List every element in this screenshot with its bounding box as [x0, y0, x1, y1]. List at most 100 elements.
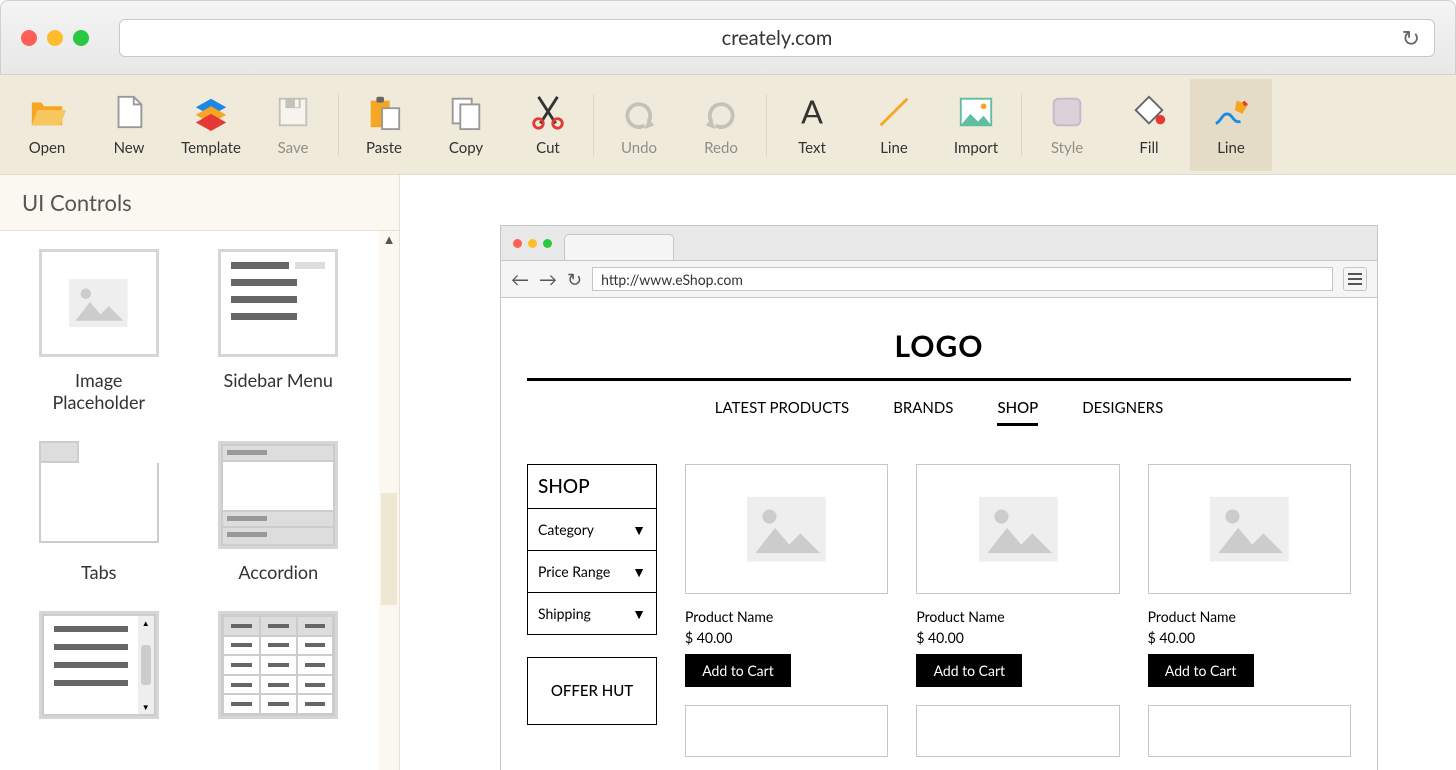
product-card[interactable]: Product Name $ 40.00 Add to Cart	[916, 464, 1119, 687]
mockup-nav-item[interactable]: SHOP	[997, 399, 1038, 426]
product-price: $ 40.00	[916, 629, 1119, 646]
product-image-placeholder	[916, 705, 1119, 757]
tool-label: New	[114, 139, 145, 157]
product-price: $ 40.00	[685, 629, 888, 646]
mockup-page: LOGO LATEST PRODUCTSBRANDSSHOPDESIGNERS …	[501, 298, 1377, 770]
style-icon	[1048, 93, 1086, 131]
svg-text:A: A	[801, 93, 823, 130]
tool-label: Redo	[704, 139, 738, 157]
tool-label: Save	[278, 139, 309, 157]
refresh-icon[interactable]: ↻	[1402, 24, 1420, 52]
tool-label: Import	[954, 139, 998, 157]
shape-list[interactable]: ▲▼	[14, 611, 184, 719]
shape-accordion[interactable]: Accordion	[194, 441, 364, 583]
tool-label: Open	[29, 139, 66, 157]
reload-icon[interactable]: ↻	[567, 268, 582, 291]
hamburger-icon[interactable]	[1343, 267, 1367, 291]
editor-canvas[interactable]: ← → ↻ http://www.eShop.com LOGO LATEST P…	[400, 175, 1456, 770]
cut-icon	[529, 93, 567, 131]
shape-label: Sidebar Menu	[224, 369, 333, 391]
mockup-navbar: LATEST PRODUCTS BRANDS SHOP DESIGNERS	[527, 381, 1351, 434]
sidebar-scrollbar[interactable]: ▲	[379, 231, 399, 770]
mockup-browser-window[interactable]: ← → ↻ http://www.eShop.com LOGO LATEST P…	[500, 225, 1378, 770]
tool-label: Cut	[536, 139, 560, 157]
filter-row[interactable]: Shipping▼	[528, 593, 656, 634]
back-icon[interactable]: ←	[511, 268, 529, 290]
product-card[interactable]	[916, 705, 1119, 757]
mockup-url-field[interactable]: http://www.eShop.com	[592, 267, 1333, 291]
new-button[interactable]: New	[88, 79, 170, 171]
mockup-nav-item[interactable]: LATEST PRODUCTS	[715, 399, 849, 426]
mockup-tab[interactable]	[564, 234, 674, 260]
open-button[interactable]: Open	[6, 79, 88, 171]
mac-address-bar[interactable]: creately.com ↻	[119, 19, 1435, 57]
paste-icon	[365, 93, 403, 131]
chevron-down-icon: ▼	[632, 563, 646, 580]
line-icon	[1212, 93, 1250, 131]
line-button[interactable]: Line	[1190, 79, 1272, 171]
shape-thumb	[218, 249, 338, 357]
import-button[interactable]: Import	[935, 79, 1017, 171]
mac-zoom-button[interactable]	[73, 30, 89, 46]
line-tool-button[interactable]: Line	[853, 79, 935, 171]
shape-thumb	[218, 441, 338, 549]
shape-table[interactable]	[194, 611, 364, 719]
shape-sidebar-menu[interactable]: Sidebar Menu	[194, 249, 364, 413]
product-card[interactable]: Product Name$ 40.00Add to Cart	[1148, 464, 1351, 687]
product-image-placeholder	[916, 464, 1119, 594]
shape-thumb	[218, 611, 338, 719]
copy-icon	[447, 93, 485, 131]
copy-button[interactable]: Copy	[425, 79, 507, 171]
scroll-up-icon[interactable]: ▲	[379, 231, 399, 247]
mockup-tab-bar	[501, 226, 1377, 260]
cut-button[interactable]: Cut	[507, 79, 589, 171]
add-to-cart-button[interactable]: Add to Cart	[685, 654, 791, 687]
tool-label: Text	[798, 139, 826, 157]
product-name: Product Name	[1148, 608, 1351, 625]
shape-tabs[interactable]: Tabs	[14, 441, 184, 583]
tool-label: Undo	[621, 139, 657, 157]
filter-row[interactable]: Price Range▼	[528, 551, 656, 593]
fill-icon	[1130, 93, 1168, 131]
add-to-cart-button[interactable]: Add to Cart	[1148, 654, 1254, 687]
filter-row[interactable]: Category▼	[528, 509, 656, 551]
tool-label: Line	[1217, 139, 1245, 157]
style-button[interactable]: Style	[1026, 79, 1108, 171]
mockup-logo: LOGO	[527, 318, 1351, 381]
product-card[interactable]	[685, 705, 888, 757]
add-to-cart-button[interactable]: Add to Cart	[916, 654, 1022, 687]
mockup-nav-item[interactable]: BRANDS	[893, 399, 953, 426]
scroll-thumb[interactable]	[381, 493, 397, 605]
mac-url-text: creately.com	[722, 26, 833, 50]
template-button[interactable]: Template	[170, 79, 252, 171]
product-name: Product Name	[916, 608, 1119, 625]
save-button[interactable]: Save	[252, 79, 334, 171]
tool-label: Template	[181, 139, 241, 157]
product-image-placeholder	[1148, 464, 1351, 594]
tool-label: Line	[880, 139, 908, 157]
undo-button[interactable]: Undo	[598, 79, 680, 171]
mockup-nav-item[interactable]: DESIGNERS	[1082, 399, 1163, 426]
mac-browser-titlebar: creately.com ↻	[0, 0, 1456, 75]
shape-image-placeholder[interactable]: ImagePlaceholder	[14, 249, 184, 413]
new-icon	[110, 93, 148, 131]
product-card[interactable]: Product Name $ 40.00 Add to Cart	[685, 464, 888, 687]
fill-button[interactable]: Fill	[1108, 79, 1190, 171]
shape-thumb	[39, 249, 159, 357]
chevron-down-icon: ▼	[632, 521, 646, 538]
template-icon	[192, 93, 230, 131]
undo-icon	[620, 93, 658, 131]
product-name: Product Name	[685, 608, 888, 625]
text-icon: A	[793, 93, 831, 131]
mac-close-button[interactable]	[21, 30, 37, 46]
text-button[interactable]: A Text	[771, 79, 853, 171]
product-card[interactable]	[1148, 705, 1351, 757]
offer-box: OFFER HUT	[527, 657, 657, 725]
line-tool-icon	[875, 93, 913, 131]
redo-button[interactable]: Redo	[680, 79, 762, 171]
shape-label: ImagePlaceholder	[52, 369, 145, 413]
paste-button[interactable]: Paste	[343, 79, 425, 171]
mac-minimize-button[interactable]	[47, 30, 63, 46]
mockup-window-dots	[513, 239, 552, 248]
forward-icon[interactable]: →	[539, 268, 557, 290]
